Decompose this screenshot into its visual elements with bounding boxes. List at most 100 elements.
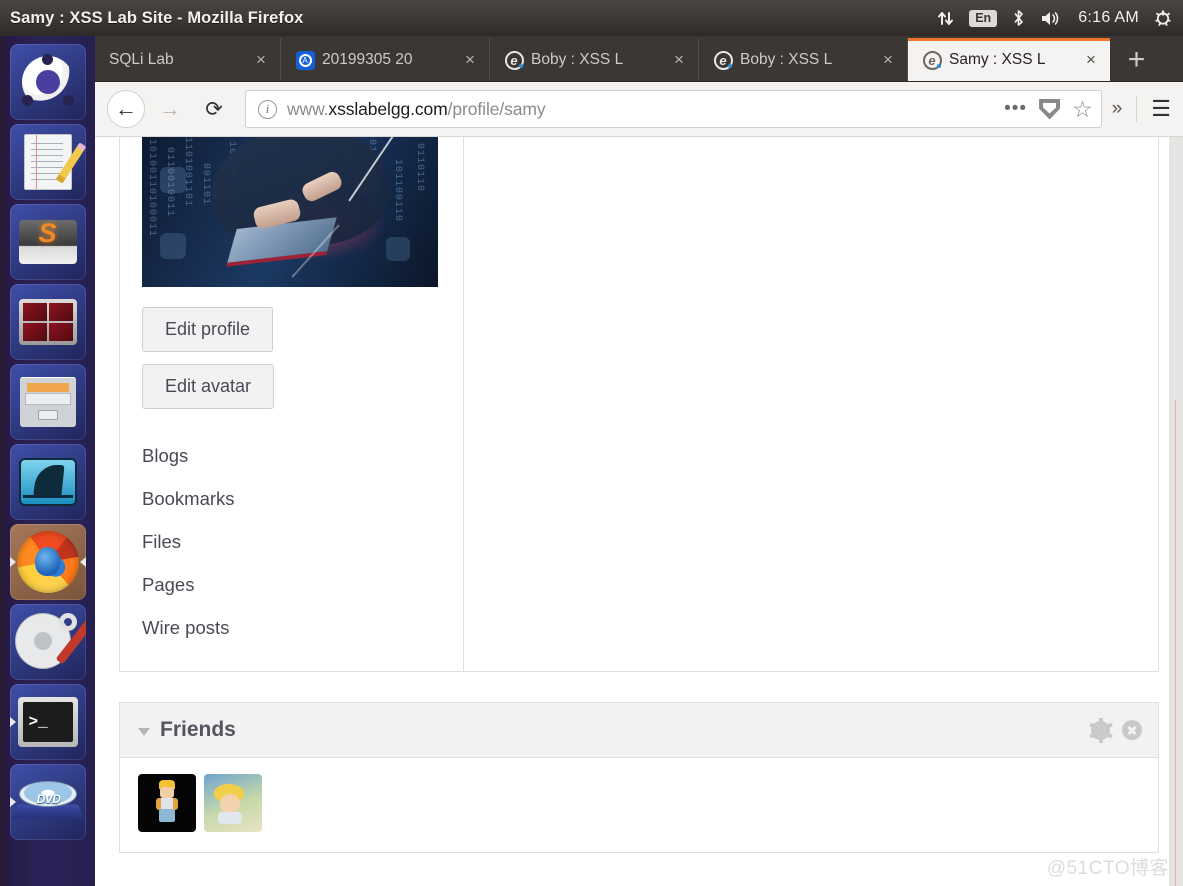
tab-close-icon[interactable]: × bbox=[459, 50, 481, 70]
edit-avatar-button[interactable]: Edit avatar bbox=[142, 364, 275, 409]
new-tab-button[interactable]: + bbox=[1110, 38, 1163, 82]
launcher-item-wireshark[interactable] bbox=[9, 444, 86, 520]
bookmark-star-icon[interactable]: ☆ bbox=[1072, 98, 1093, 121]
tab-close-icon[interactable]: × bbox=[668, 50, 690, 70]
profile-sidebar: 10100110100011 0110010011 1101001101 001… bbox=[120, 137, 464, 671]
profile-nav-links: Blogs Bookmarks Files Pages Wire posts bbox=[142, 435, 441, 650]
elgg-icon: e bbox=[922, 50, 942, 70]
gear-wrench-icon bbox=[19, 609, 86, 669]
elgg-icon: e bbox=[713, 50, 733, 70]
watermark: @51CTO博客 bbox=[1046, 858, 1169, 879]
launcher-item-dvd[interactable]: DVD bbox=[9, 764, 86, 840]
tab-title: Boby : XSS L bbox=[740, 51, 833, 68]
url-text: www.xsslabelgg.com/profile/samy bbox=[287, 99, 994, 120]
vertical-scrollbar[interactable] bbox=[1169, 137, 1183, 886]
profile-action-buttons-2: Edit avatar bbox=[142, 352, 441, 409]
friends-module-controls bbox=[1088, 717, 1142, 743]
url-path: /profile/samy bbox=[447, 98, 546, 119]
sublime-s-icon: S bbox=[18, 220, 77, 264]
sidebar-link-bookmarks[interactable]: Bookmarks bbox=[142, 478, 441, 521]
profile-avatar-image: 10100110100011 0110010011 1101001101 001… bbox=[142, 137, 438, 287]
friend-avatar-2[interactable] bbox=[204, 774, 262, 832]
volume-icon[interactable] bbox=[1040, 9, 1064, 28]
reload-button[interactable]: ⟳ bbox=[195, 90, 233, 128]
unity-launcher: S >_ DVD bbox=[0, 36, 95, 886]
system-top-panel: Samy : XSS Lab Site - Mozilla Firefox En… bbox=[0, 0, 1183, 36]
forward-button[interactable]: → bbox=[151, 90, 189, 128]
browser-tab-samy[interactable]: e Samy : XSS L × bbox=[908, 38, 1110, 82]
friends-module-title: Friends bbox=[160, 718, 236, 741]
window-title: Samy : XSS Lab Site - Mozilla Firefox bbox=[10, 8, 304, 27]
launcher-running-indicator-left bbox=[9, 717, 16, 727]
launcher-item-file-manager[interactable] bbox=[9, 364, 86, 440]
sidebar-link-wire-posts[interactable]: Wire posts bbox=[142, 607, 441, 650]
launcher-item-sublime-text[interactable]: S bbox=[9, 204, 86, 280]
terminal-prompt-icon: >_ bbox=[17, 697, 78, 747]
elgg-icon: e bbox=[504, 50, 524, 70]
system-tray: En 6:16 AM bbox=[936, 8, 1183, 28]
launcher-item-terminator[interactable] bbox=[9, 284, 86, 360]
dvd-disc-icon: DVD bbox=[11, 781, 84, 823]
launcher-item-firefox[interactable] bbox=[9, 524, 86, 600]
close-circle-icon[interactable] bbox=[1122, 720, 1142, 740]
tab-title: Samy : XSS L bbox=[949, 51, 1046, 68]
system-clock[interactable]: 6:16 AM bbox=[1078, 9, 1139, 27]
launcher-focused-indicator-right bbox=[79, 557, 86, 567]
ubuntu-logo-icon bbox=[21, 54, 74, 108]
profile-module: 10100110100011 0110010011 1101001101 001… bbox=[119, 137, 1159, 672]
blue-doc-icon: A bbox=[295, 50, 315, 70]
launcher-running-indicator-left bbox=[9, 557, 16, 567]
tab-close-icon[interactable]: × bbox=[250, 50, 272, 70]
profile-action-buttons: Edit profile bbox=[142, 287, 441, 352]
url-bar-actions: ••• ☆ bbox=[1004, 98, 1093, 121]
scroll-position-marker bbox=[1175, 400, 1176, 886]
tab-title: SQLi Lab bbox=[109, 51, 174, 68]
power-gear-icon[interactable] bbox=[1153, 8, 1173, 28]
url-domain: xsslabelgg.com bbox=[328, 98, 448, 119]
launcher-item-ubuntu-dash[interactable] bbox=[9, 44, 86, 120]
edit-profile-button[interactable]: Edit profile bbox=[142, 307, 274, 352]
tab-title: Boby : XSS L bbox=[531, 51, 624, 68]
keyboard-layout-indicator[interactable]: En bbox=[969, 9, 998, 27]
friend-avatar-1[interactable] bbox=[138, 774, 196, 832]
launcher-item-terminal[interactable]: >_ bbox=[9, 684, 86, 760]
friends-module: Friends bbox=[119, 702, 1159, 853]
file-cabinet-icon bbox=[19, 377, 76, 427]
navigation-toolbar: ← → ⟳ i www.xsslabelgg.com/profile/samy … bbox=[95, 82, 1183, 137]
terminal-grid-icon bbox=[18, 299, 77, 345]
firefox-window: SQLi Lab × A 20199305 20 × e Boby : XSS … bbox=[95, 36, 1183, 886]
back-button[interactable]: ← bbox=[107, 90, 145, 128]
shark-fin-icon bbox=[18, 458, 77, 506]
network-updown-icon[interactable] bbox=[936, 9, 955, 28]
page-actions-icon[interactable]: ••• bbox=[1004, 99, 1027, 118]
site-info-icon[interactable]: i bbox=[258, 99, 277, 119]
friends-module-header: Friends bbox=[120, 703, 1158, 758]
pocket-icon[interactable] bbox=[1039, 98, 1061, 120]
tab-close-icon[interactable]: × bbox=[1080, 50, 1102, 70]
browser-tab-20199305[interactable]: A 20199305 20 × bbox=[281, 38, 490, 82]
url-bar[interactable]: i www.xsslabelgg.com/profile/samy ••• ☆ bbox=[245, 90, 1102, 128]
page-container: 10100110100011 0110010011 1101001101 001… bbox=[119, 137, 1159, 853]
gear-icon[interactable] bbox=[1088, 717, 1113, 743]
hamburger-menu-icon[interactable]: ☰ bbox=[1136, 96, 1171, 122]
bluetooth-icon[interactable] bbox=[1011, 8, 1026, 28]
tab-close-icon[interactable]: × bbox=[877, 50, 899, 70]
launcher-item-system-settings[interactable] bbox=[9, 604, 86, 680]
browser-tab-boby-1[interactable]: e Boby : XSS L × bbox=[490, 38, 699, 82]
sidebar-link-pages[interactable]: Pages bbox=[142, 564, 441, 607]
overflow-chevron-icon[interactable]: » bbox=[1108, 98, 1127, 120]
friends-list bbox=[120, 758, 1158, 852]
browser-tab-sqli-lab[interactable]: SQLi Lab × bbox=[95, 38, 281, 82]
sidebar-link-files[interactable]: Files bbox=[142, 521, 441, 564]
profile-main-content bbox=[464, 137, 1158, 671]
page-viewport: 10100110100011 0110010011 1101001101 001… bbox=[95, 137, 1183, 886]
url-scheme: www. bbox=[287, 98, 329, 119]
sidebar-link-blogs[interactable]: Blogs bbox=[142, 435, 441, 478]
notepad-pencil-icon bbox=[23, 134, 86, 190]
caret-down-icon[interactable] bbox=[138, 727, 150, 736]
browser-tab-boby-2[interactable]: e Boby : XSS L × bbox=[699, 38, 908, 82]
launcher-item-text-editor[interactable] bbox=[9, 124, 86, 200]
tab-title: 20199305 20 bbox=[322, 51, 413, 68]
firefox-icon bbox=[16, 531, 79, 593]
tab-strip: SQLi Lab × A 20199305 20 × e Boby : XSS … bbox=[95, 36, 1183, 82]
